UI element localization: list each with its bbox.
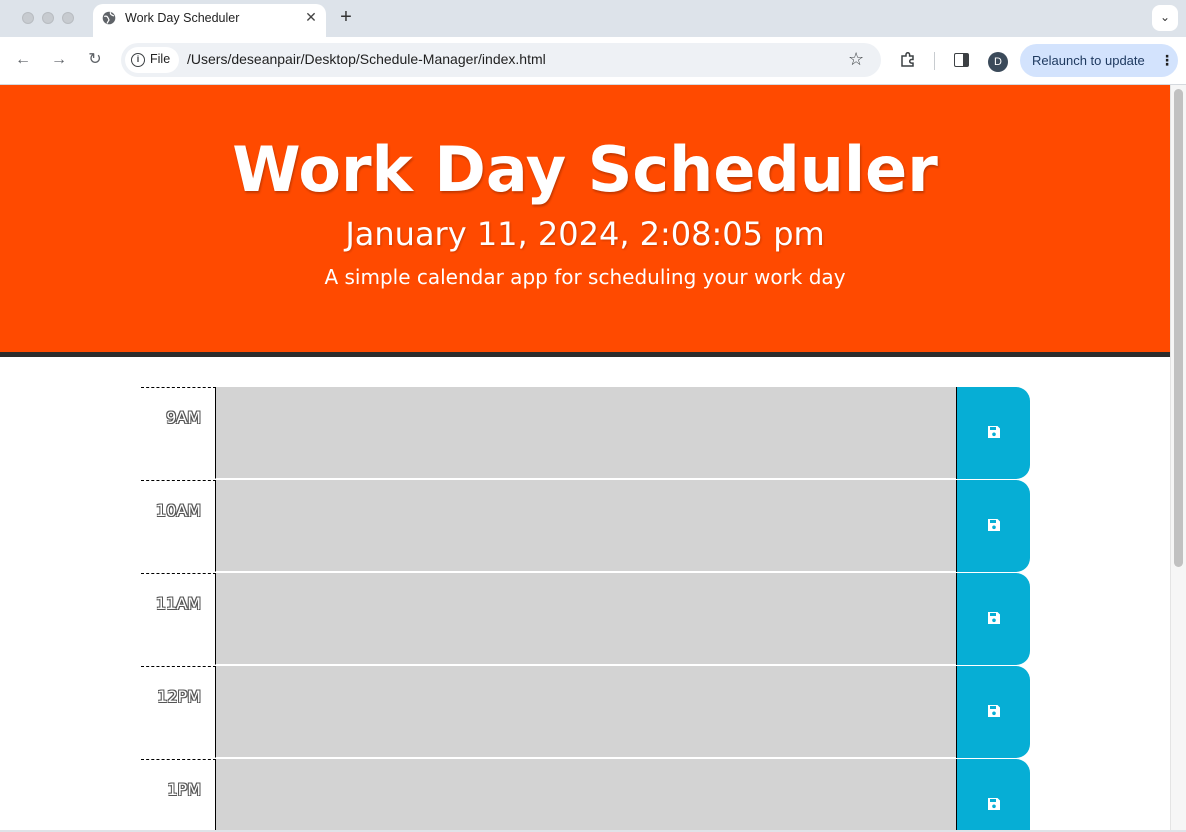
tab-strip: Work Day Scheduler ✕ + ⌄ xyxy=(0,0,1186,37)
time-block-1pm: 1PM xyxy=(141,759,1031,830)
file-chip-label: File xyxy=(150,52,171,66)
profile-avatar[interactable]: D xyxy=(988,52,1008,72)
site-info-chip[interactable]: i File xyxy=(125,47,179,73)
page-viewport: Work Day Scheduler January 11, 2024, 2:0… xyxy=(0,85,1170,830)
hour-cell: 10AM xyxy=(141,480,216,573)
page-subtitle: A simple calendar app for scheduling you… xyxy=(324,265,846,289)
hour-cell: 1PM xyxy=(141,759,216,830)
event-description-textarea[interactable] xyxy=(215,666,956,758)
header-jumbotron: Work Day Scheduler January 11, 2024, 2:0… xyxy=(0,85,1170,357)
reload-icon[interactable]: ↻ xyxy=(85,50,105,70)
event-description-textarea[interactable] xyxy=(215,387,956,479)
new-tab-icon[interactable]: + xyxy=(336,5,356,29)
toolbar-separator xyxy=(934,52,935,70)
back-arrow-icon[interactable]: ← xyxy=(13,50,33,70)
save-button[interactable] xyxy=(956,480,1030,572)
hour-label: 11AM xyxy=(155,594,201,613)
browser-toolbar: ← → ↻ i File /Users/deseanpair/Desktop/S… xyxy=(0,37,1186,85)
tab-search-chevron-icon[interactable]: ⌄ xyxy=(1152,5,1178,31)
save-button[interactable] xyxy=(956,666,1030,758)
window-minimize-dot[interactable] xyxy=(42,12,54,24)
bookmark-star-icon[interactable]: ☆ xyxy=(848,49,864,69)
current-datetime: January 11, 2024, 2:08:05 pm xyxy=(345,215,825,253)
info-icon: i xyxy=(131,53,145,67)
window-zoom-dot[interactable] xyxy=(62,12,74,24)
hour-label: 1PM xyxy=(167,780,201,799)
tab-close-icon[interactable]: ✕ xyxy=(303,9,319,25)
side-panel-icon[interactable] xyxy=(954,53,969,67)
hour-label: 12PM xyxy=(157,687,201,706)
floppy-disk-icon xyxy=(988,612,1000,624)
time-block-11am: 11AM xyxy=(141,573,1031,666)
hour-cell: 12PM xyxy=(141,666,216,759)
page-title: Work Day Scheduler xyxy=(232,133,938,206)
hour-cell: 11AM xyxy=(141,573,216,666)
more-menu-icon[interactable]: ⋮ xyxy=(1160,52,1174,68)
address-bar[interactable]: i File /Users/deseanpair/Desktop/Schedul… xyxy=(121,43,881,77)
page-scrollbar[interactable] xyxy=(1170,85,1186,830)
event-description-textarea[interactable] xyxy=(215,573,956,665)
time-block-12pm: 12PM xyxy=(141,666,1031,759)
save-button[interactable] xyxy=(956,573,1030,665)
save-button[interactable] xyxy=(956,759,1030,830)
floppy-disk-icon xyxy=(988,798,1000,810)
window-close-dot[interactable] xyxy=(22,12,34,24)
save-button[interactable] xyxy=(956,387,1030,479)
floppy-disk-icon xyxy=(988,705,1000,717)
globe-icon xyxy=(102,11,116,25)
floppy-disk-icon xyxy=(988,426,1000,438)
tab-title: Work Day Scheduler xyxy=(125,11,240,25)
relaunch-label: Relaunch to update xyxy=(1032,53,1145,68)
relaunch-to-update-button[interactable]: Relaunch to update ⋮ xyxy=(1020,44,1178,77)
time-block-list: 9AM 10AM 11AM 12PM 1PM xyxy=(141,387,1031,830)
hour-cell: 9AM xyxy=(141,387,216,480)
floppy-disk-icon xyxy=(988,519,1000,531)
time-block-9am: 9AM xyxy=(141,387,1031,480)
browser-tab[interactable]: Work Day Scheduler ✕ xyxy=(93,4,326,37)
hour-label: 10AM xyxy=(155,501,201,520)
hour-label: 9AM xyxy=(166,408,201,427)
scrollbar-thumb[interactable] xyxy=(1174,89,1183,567)
browser-chrome: Work Day Scheduler ✕ + ⌄ ← → ↻ i File /U… xyxy=(0,0,1186,85)
event-description-textarea[interactable] xyxy=(215,480,956,572)
event-description-textarea[interactable] xyxy=(215,759,956,830)
time-block-10am: 10AM xyxy=(141,480,1031,573)
puzzle-icon[interactable] xyxy=(899,51,917,69)
forward-arrow-icon[interactable]: → xyxy=(49,50,69,70)
url-text[interactable]: /Users/deseanpair/Desktop/Schedule-Manag… xyxy=(187,51,546,67)
